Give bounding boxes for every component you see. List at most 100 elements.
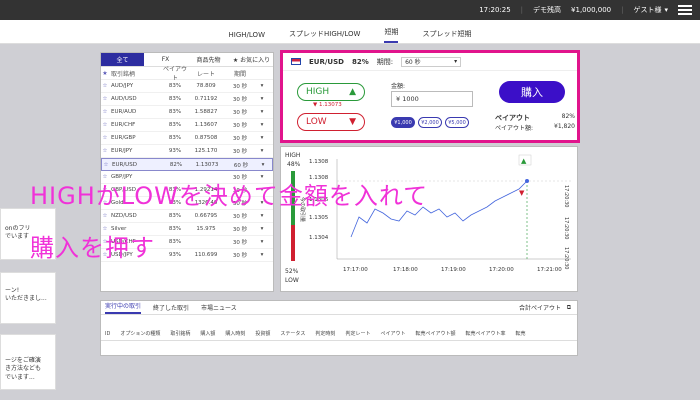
column-header: 投資額 (255, 331, 271, 337)
asset-row[interactable]: ☆ EUR/USD 82% 1.13073 60 秒 ▾ (101, 158, 273, 171)
header-name: 取引銘柄 (111, 70, 136, 78)
chevron-down-icon[interactable]: ▾ (257, 109, 267, 115)
notice-text: onのフリ でいます (5, 225, 31, 241)
chevron-down-icon[interactable]: ▾ (257, 252, 267, 258)
chevron-down-icon[interactable]: ▾ (258, 162, 268, 168)
star-icon[interactable]: ☆ (101, 213, 109, 219)
flag-icon (291, 58, 301, 65)
asset-payout: 83% (168, 213, 182, 219)
y-tick-label: 1.1305 (309, 215, 329, 221)
star-icon[interactable]: ☆ (101, 122, 109, 128)
trades-table-header: ID オプションの種類 取引銘柄 購入額 購入時刻 投資額 ステータス 判定時刻 判定レート ペイ… (101, 327, 577, 341)
notice-card-2[interactable]: ーン! いただきまし... (0, 272, 56, 324)
asset-payout: 83% (168, 239, 182, 245)
high-marker[interactable]: ▲ (518, 154, 532, 166)
buy-button[interactable]: 購入 (499, 81, 565, 103)
asset-name: EUR/CHF (111, 122, 136, 128)
external-link-icon[interactable]: ⧉ (567, 304, 571, 312)
chip-1000[interactable]: ¥1,000 (391, 117, 415, 128)
asset-period: 30 秒 (232, 227, 248, 233)
total-payout-label: 合計ペイアウト (518, 305, 561, 312)
star-icon[interactable]: ☆ (101, 109, 109, 115)
column-header: ペイアウト (380, 331, 406, 337)
chevron-down-icon[interactable]: ▾ (257, 96, 267, 102)
asset-row[interactable]: ☆ AUD/USD 83% 0.71192 30 秒 ▾ (101, 93, 273, 106)
tab-all[interactable]: 全て (101, 53, 144, 66)
asset-rate: 1.58827 (194, 109, 218, 115)
asset-row[interactable]: ☆ EUR/GBP 83% 0.87508 30 秒 ▾ (101, 132, 273, 145)
order-payout: 82% (351, 57, 369, 66)
tab-short-term[interactable]: 短期 (384, 27, 399, 43)
low-volume-bar (291, 225, 295, 261)
arrow-up-icon: ▲ (521, 157, 527, 165)
instruction-overlay-line1: HIGHかLOWを決めて金額を入れて (30, 182, 429, 210)
asset-name: EUR/USD (112, 161, 137, 168)
star-icon[interactable]: ☆ (101, 135, 109, 141)
column-header: ID (105, 330, 111, 337)
asset-name: EUR/JPY (111, 148, 133, 154)
asset-row[interactable]: ☆ NZD/USD 83% 0.66795 30 秒 ▾ (101, 210, 273, 223)
star-icon[interactable]: ☆ (101, 83, 109, 89)
column-header: 転売 (515, 331, 526, 337)
chevron-down-icon[interactable]: ▾ (257, 122, 267, 128)
star-icon[interactable]: ☆ (101, 148, 109, 154)
trades-tabs: 実行中の取引 終了した取引 市場ニュース 合計ペイアウト ⧉ (101, 301, 577, 315)
asset-row[interactable]: ☆ EUR/AUD 83% 1.58827 30 秒 ▾ (101, 106, 273, 119)
period-value: 60 秒 (405, 59, 421, 66)
star-icon[interactable]: ☆ (101, 96, 109, 102)
asset-payout: 83% (168, 96, 182, 102)
tab-favorites[interactable]: ★ お気に入り (230, 53, 273, 66)
low-button[interactable]: LOW ▼ (297, 113, 365, 131)
chevron-down-icon[interactable]: ▾ (257, 83, 267, 89)
tab-spread-highlow[interactable]: スプレッドHIGH/LOW (289, 29, 360, 43)
x-tick-label: 17:21:00 (537, 267, 562, 273)
chip-2000[interactable]: ¥2,000 (418, 117, 442, 128)
x-tick-label: 17:20:00 (489, 267, 514, 273)
notice-text: ージをご確演 き方法なども でいます... (5, 357, 42, 381)
period-select[interactable]: 60 秒 ▾ (401, 56, 462, 67)
chevron-down-icon[interactable]: ▾ (257, 148, 267, 154)
top-bar: 17:20:25 | デモ残高 ¥1,000,000 | ゲスト様 ▾ (0, 0, 700, 20)
x-tick-label: 17:18:00 (393, 267, 418, 273)
tab-spread-short-term[interactable]: スプレッド短期 (422, 29, 471, 43)
chevron-down-icon[interactable]: ▾ (257, 226, 267, 232)
high-button[interactable]: HIGH ▲ (297, 83, 365, 101)
column-header: 購入額 (200, 331, 216, 337)
instruction-overlay-line2: 購入を押す (30, 234, 155, 262)
hamburger-menu-icon[interactable] (678, 5, 692, 15)
separator: | (520, 6, 524, 14)
tab-market-news[interactable]: 市場ニュース (201, 303, 237, 312)
notice-card-3[interactable]: ージをご確演 き方法なども でいます... (0, 334, 56, 390)
asset-period: 30 秒 (232, 253, 248, 259)
chip-5000[interactable]: ¥5,000 (445, 117, 469, 128)
chevron-down-icon[interactable]: ▾ (257, 135, 267, 141)
tab-active-trades[interactable]: 実行中の取引 (105, 301, 142, 314)
chevron-down-icon[interactable]: ▾ (257, 239, 267, 245)
asset-name: AUD/USD (111, 96, 137, 102)
asset-name: EUR/AUD (111, 109, 137, 115)
asset-period: 30 秒 (232, 149, 248, 155)
tab-commodities[interactable]: 商品先物 (187, 53, 230, 66)
star-icon[interactable]: ☆ (102, 162, 110, 168)
asset-period: 30 秒 (232, 97, 248, 103)
high-ratio-label: HIGH (285, 152, 300, 159)
asset-rate: 15.975 (196, 226, 216, 232)
user-menu[interactable]: ゲスト様 ▾ (633, 5, 668, 15)
low-ratio-pct: 52% (285, 268, 299, 275)
asset-row[interactable]: ☆ EUR/CHF 83% 1.13607 30 秒 ▾ (101, 119, 273, 132)
asset-payout: 93% (168, 252, 182, 258)
demo-balance-value: ¥1,000,000 (571, 6, 612, 14)
arrow-down-icon: ▼ (349, 117, 356, 127)
tab-highlow[interactable]: HIGH/LOW (229, 31, 265, 43)
amount-input[interactable]: ¥ 1000 (391, 91, 473, 107)
period-label: 期間: (376, 57, 394, 66)
asset-row[interactable]: ☆ EUR/JPY 93% 125.170 30 秒 ▾ (101, 145, 273, 158)
chevron-down-icon[interactable]: ▾ (257, 213, 267, 219)
high-label: HIGH (306, 87, 330, 97)
price-chart[interactable]: HIGH 48% 今の取引量 52% LOW 1.1308 1.1308 1.1… (281, 147, 577, 291)
star-icon: ★ (102, 69, 108, 77)
tab-closed-trades[interactable]: 終了した取引 (153, 303, 189, 312)
column-header: 転売ペイアウト額 (415, 331, 456, 337)
header-rate: レート (196, 70, 215, 78)
chevron-down-icon: ▾ (454, 58, 458, 65)
